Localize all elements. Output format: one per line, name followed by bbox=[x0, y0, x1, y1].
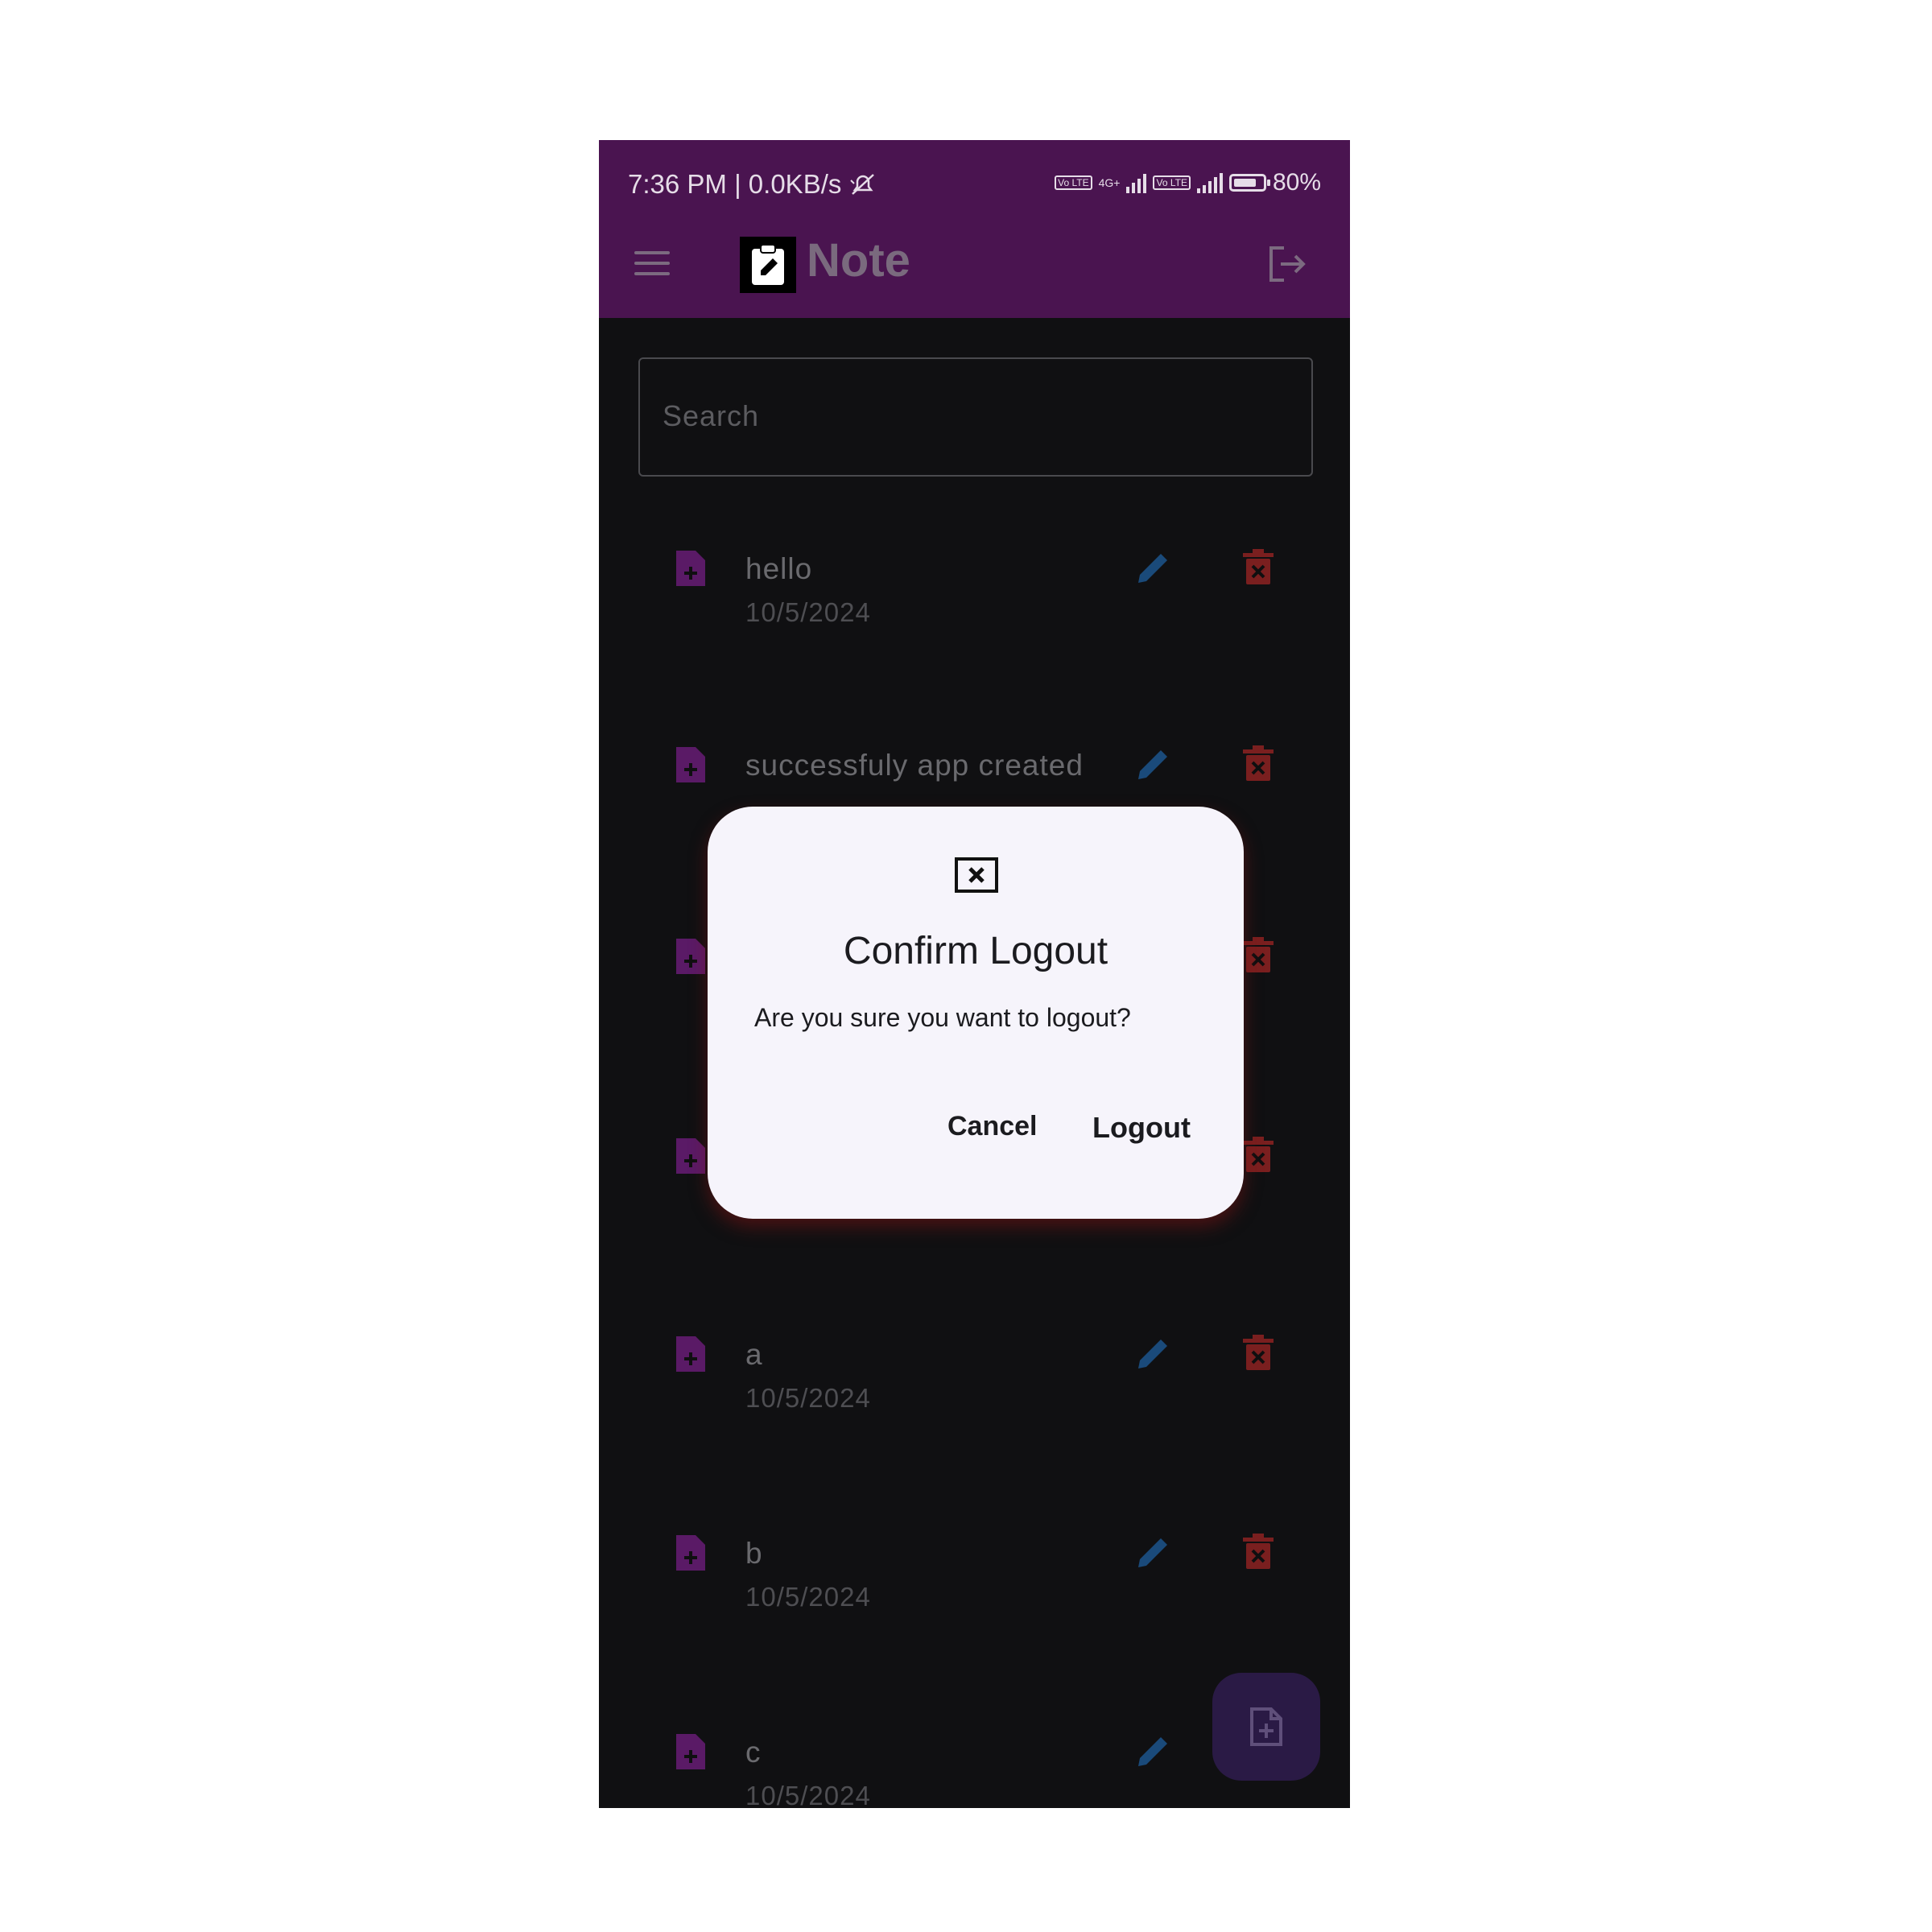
file-plus-icon bbox=[676, 1535, 705, 1571]
cancel-button[interactable]: Cancel bbox=[941, 1106, 1044, 1147]
file-plus-icon bbox=[676, 747, 705, 782]
volte-badge-2: Vo LTE bbox=[1153, 175, 1191, 190]
volte-badge: Vo LTE bbox=[1055, 175, 1092, 190]
file-plus-icon bbox=[676, 1734, 705, 1769]
note-title: b bbox=[745, 1537, 763, 1570]
note-title: a bbox=[745, 1338, 763, 1371]
note-date: 10/5/2024 bbox=[745, 1582, 871, 1612]
search-input[interactable]: Search bbox=[638, 357, 1313, 477]
logout-dialog: Confirm Logout Are you sure you want to … bbox=[708, 807, 1244, 1219]
note-date: 10/5/2024 bbox=[745, 1383, 871, 1413]
close-box-icon bbox=[955, 857, 998, 893]
trash-x-icon[interactable] bbox=[1243, 549, 1274, 586]
trash-x-icon[interactable] bbox=[1243, 1335, 1274, 1372]
file-plus-icon bbox=[676, 1138, 705, 1174]
note-item[interactable]: hello 10/5/2024 bbox=[599, 549, 1350, 646]
search-placeholder: Search bbox=[663, 399, 760, 432]
pencil-icon[interactable] bbox=[1133, 745, 1172, 784]
app-bar: 7:36 PM | 0.0KB/s Vo LTE 4G+ Vo LTE 80% bbox=[599, 140, 1350, 318]
note-title: c bbox=[745, 1736, 762, 1769]
battery-icon bbox=[1228, 174, 1270, 192]
pencil-icon[interactable] bbox=[1133, 549, 1172, 588]
file-plus-icon bbox=[676, 551, 705, 586]
menu-icon[interactable] bbox=[634, 251, 670, 279]
app-title: Note bbox=[807, 234, 910, 287]
trash-x-icon[interactable] bbox=[1243, 1137, 1274, 1174]
status-time: 7:36 PM | 0.0KB/s bbox=[628, 169, 877, 200]
pencil-icon[interactable] bbox=[1133, 1534, 1172, 1572]
clipboard-edit-icon bbox=[740, 237, 796, 293]
battery-percent: 80% bbox=[1272, 169, 1321, 196]
note-title: successfuly app created bbox=[745, 749, 1084, 782]
signal-icon-2 bbox=[1196, 172, 1223, 193]
pencil-icon[interactable] bbox=[1133, 1335, 1172, 1373]
note-title: hello bbox=[745, 552, 813, 585]
logout-button[interactable]: Logout bbox=[1086, 1106, 1197, 1150]
dialog-message: Are you sure you want to logout? bbox=[754, 1003, 1131, 1032]
note-date: 10/5/2024 bbox=[745, 597, 871, 627]
logout-icon[interactable] bbox=[1266, 243, 1308, 285]
note-item[interactable]: a 10/5/2024 bbox=[599, 1335, 1350, 1431]
trash-x-icon[interactable] bbox=[1243, 937, 1274, 974]
file-plus-icon bbox=[1250, 1707, 1282, 1746]
signal-icon bbox=[1126, 172, 1147, 193]
trash-x-icon[interactable] bbox=[1243, 1534, 1274, 1571]
file-plus-icon bbox=[676, 939, 705, 974]
dialog-title: Confirm Logout bbox=[843, 930, 1108, 972]
pencil-icon[interactable] bbox=[1133, 1732, 1172, 1771]
battery-level bbox=[1233, 179, 1256, 187]
note-item[interactable]: b 10/5/2024 bbox=[599, 1534, 1350, 1630]
file-plus-icon bbox=[676, 1336, 705, 1372]
trash-x-icon[interactable] bbox=[1243, 745, 1274, 782]
alarm-off-icon bbox=[849, 174, 874, 195]
status-indicators: Vo LTE 4G+ Vo LTE 80% bbox=[1055, 169, 1321, 196]
note-date: 10/5/2024 bbox=[745, 1781, 871, 1808]
add-note-button[interactable] bbox=[1212, 1673, 1320, 1781]
network-type: 4G+ bbox=[1098, 176, 1121, 189]
